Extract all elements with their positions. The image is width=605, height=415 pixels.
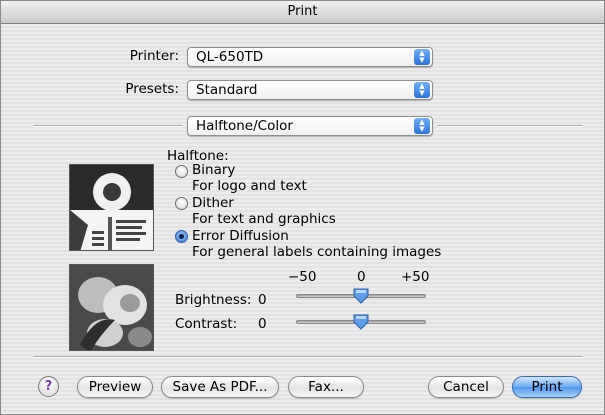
help-button[interactable]: ? xyxy=(38,376,59,397)
help-icon: ? xyxy=(44,379,53,394)
option-error-diffusion-label[interactable]: Error Diffusion xyxy=(192,228,289,244)
halftone-preview-image xyxy=(69,164,154,251)
print-button[interactable]: Print xyxy=(512,376,582,398)
save-as-pdf-button-label: Save As PDF... xyxy=(172,379,268,395)
fax-button[interactable]: Fax... xyxy=(288,376,364,398)
brightness-label: Brightness: xyxy=(175,292,252,308)
panel-popup[interactable]: Halftone/Color ▲ ▼ xyxy=(187,116,433,136)
window-title: Print xyxy=(287,4,318,19)
up-down-arrows-icon: ▲ ▼ xyxy=(414,118,430,134)
option-dither-description: For text and graphics xyxy=(192,211,336,227)
halftone-preview-graphic xyxy=(70,165,153,250)
up-down-arrows-icon: ▲ ▼ xyxy=(414,49,430,65)
option-error-diffusion-description: For general labels containing images xyxy=(192,244,442,260)
fax-button-label: Fax... xyxy=(308,379,344,395)
option-dither-label[interactable]: Dither xyxy=(192,195,234,211)
contrast-label: Contrast: xyxy=(175,316,238,332)
photo-preview-image xyxy=(69,264,154,351)
option-binary-description: For logo and text xyxy=(192,178,307,194)
presets-value: Standard xyxy=(196,82,258,98)
separator-right xyxy=(437,125,583,127)
cancel-button-label: Cancel xyxy=(443,379,489,395)
title-bar: Print xyxy=(1,1,604,24)
presets-popup[interactable]: Standard ▲ ▼ xyxy=(187,80,433,100)
radio-error-diffusion[interactable] xyxy=(175,230,188,243)
scale-mid-label: 0 xyxy=(357,269,366,285)
print-dialog: Print Printer: QL-650TD ▲ ▼ Presets: Stan… xyxy=(0,0,605,415)
preview-button-label: Preview xyxy=(88,379,142,395)
save-as-pdf-button[interactable]: Save As PDF... xyxy=(161,376,279,398)
scale-max-label: +50 xyxy=(401,269,430,285)
photo-preview-graphic xyxy=(70,265,153,350)
up-down-arrows-icon: ▲ ▼ xyxy=(414,82,430,98)
presets-label: Presets: xyxy=(125,81,179,97)
separator-left xyxy=(33,125,183,127)
contrast-value: 0 xyxy=(258,316,267,332)
printer-popup[interactable]: QL-650TD ▲ ▼ xyxy=(187,47,433,67)
brightness-slider-thumb[interactable] xyxy=(352,287,370,305)
brightness-value: 0 xyxy=(258,292,267,308)
option-binary-label[interactable]: Binary xyxy=(192,162,235,178)
printer-value: QL-650TD xyxy=(196,49,264,65)
radio-binary[interactable] xyxy=(175,165,188,178)
print-button-label: Print xyxy=(531,379,563,395)
contrast-slider-thumb[interactable] xyxy=(352,313,370,331)
panel-value: Halftone/Color xyxy=(196,118,293,134)
cancel-button[interactable]: Cancel xyxy=(428,376,504,398)
radio-dither[interactable] xyxy=(175,197,188,210)
preview-button[interactable]: Preview xyxy=(77,376,153,398)
scale-min-label: −50 xyxy=(288,269,317,285)
bottom-separator xyxy=(33,356,583,358)
printer-label: Printer: xyxy=(129,48,179,64)
